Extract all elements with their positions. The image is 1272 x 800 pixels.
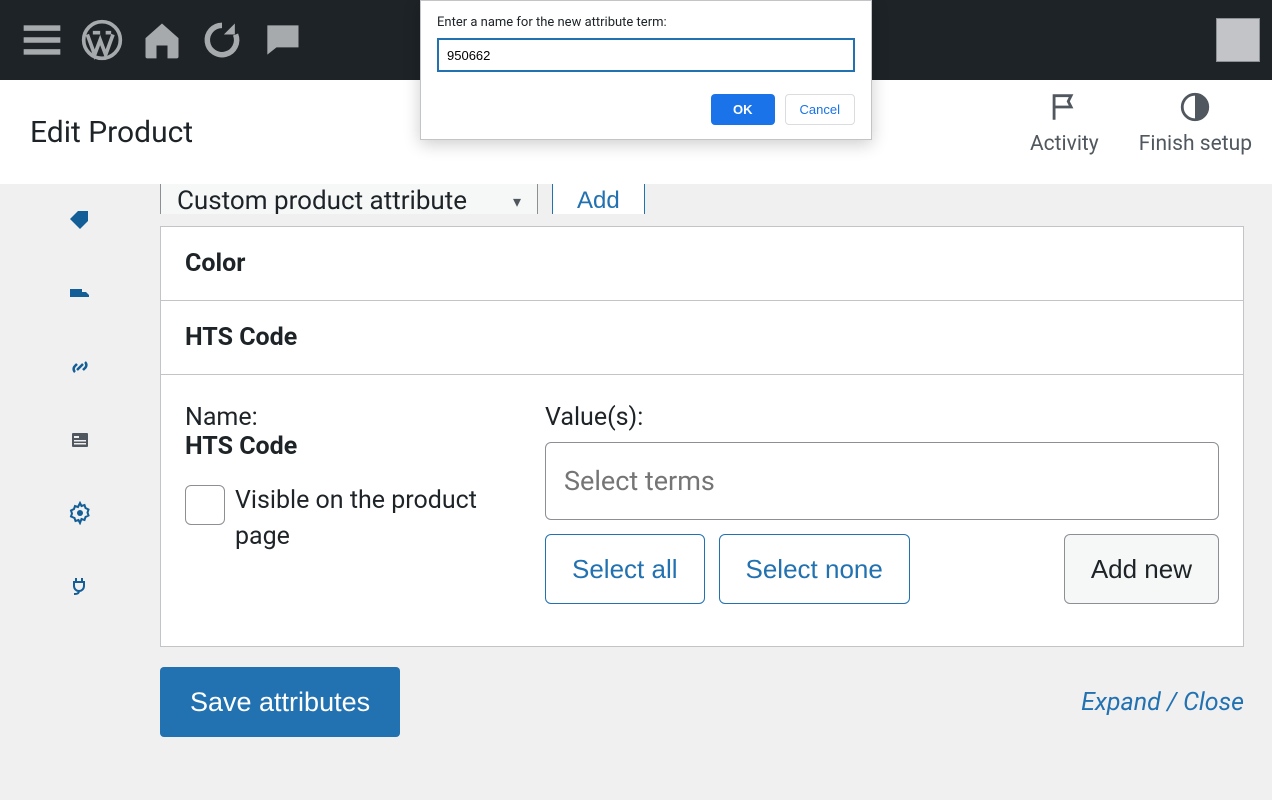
- comment-icon[interactable]: [252, 10, 312, 70]
- tab-linked[interactable]: [0, 330, 160, 403]
- expand-close-toggle[interactable]: Expand / Close: [1081, 688, 1244, 717]
- new-term-prompt: Enter a name for the new attribute term:…: [420, 0, 872, 140]
- select-all-button[interactable]: Select all: [545, 534, 705, 604]
- tab-attributes[interactable]: [0, 403, 160, 476]
- visible-checkbox[interactable]: [185, 485, 225, 525]
- tab-general[interactable]: [0, 184, 160, 257]
- page-title: Edit Product: [30, 115, 193, 150]
- select-none-button[interactable]: Select none: [719, 534, 910, 604]
- activity-button[interactable]: Activity: [1030, 90, 1099, 156]
- attribute-row-hts[interactable]: HTS Code: [161, 300, 1243, 374]
- visible-label: Visible on the product page: [235, 483, 525, 556]
- link-icon: [68, 355, 92, 379]
- values-label: Value(s):: [545, 403, 1219, 432]
- visible-on-page-option[interactable]: Visible on the product page: [185, 483, 525, 556]
- attribute-type-label: Custom product attribute: [177, 186, 467, 214]
- truck-icon: [68, 282, 92, 306]
- terms-select[interactable]: Select terms: [545, 442, 1219, 520]
- save-attributes-button[interactable]: Save attributes: [160, 667, 400, 737]
- prompt-message: Enter a name for the new attribute term:: [437, 15, 855, 30]
- add-attribute-button[interactable]: Add: [552, 184, 645, 214]
- finish-setup-button[interactable]: Finish setup: [1139, 90, 1252, 156]
- product-data-tabs: [0, 184, 160, 800]
- expand-link[interactable]: Expand: [1081, 688, 1161, 717]
- menu-icon[interactable]: [12, 10, 72, 70]
- attribute-body-hts: Name: HTS Code Visible on the product pa…: [161, 374, 1243, 646]
- plug-icon: [68, 574, 92, 598]
- attribute-row-color[interactable]: Color: [161, 227, 1243, 300]
- gear-icon: [68, 501, 92, 525]
- avatar[interactable]: [1216, 18, 1260, 62]
- wordpress-icon[interactable]: [72, 10, 132, 70]
- attributes-panel: Custom product attribute ▾ Add Color HTS…: [160, 184, 1272, 800]
- prompt-ok-button[interactable]: OK: [711, 94, 775, 125]
- tab-advanced[interactable]: [0, 476, 160, 549]
- flag-icon: [1047, 90, 1081, 124]
- close-link[interactable]: Close: [1183, 688, 1244, 717]
- name-label: Name:: [185, 403, 525, 432]
- finish-setup-label: Finish setup: [1139, 132, 1252, 156]
- name-value: HTS Code: [185, 432, 525, 461]
- prompt-input[interactable]: [437, 38, 855, 72]
- contrast-icon: [1178, 90, 1212, 124]
- pricetag-icon: [68, 209, 92, 233]
- tab-shipping[interactable]: [0, 257, 160, 330]
- refresh-icon[interactable]: [192, 10, 252, 70]
- home-icon[interactable]: [132, 10, 192, 70]
- add-new-term-button[interactable]: Add new: [1064, 534, 1219, 604]
- attribute-type-select[interactable]: Custom product attribute ▾: [160, 184, 538, 214]
- attributes-list: Color HTS Code Name: HTS Code Visible on…: [160, 226, 1244, 647]
- prompt-cancel-button[interactable]: Cancel: [785, 94, 855, 125]
- chevron-down-icon: ▾: [513, 192, 521, 211]
- page-icon: [68, 428, 92, 452]
- activity-label: Activity: [1030, 132, 1099, 156]
- terms-placeholder: Select terms: [564, 465, 715, 497]
- tab-plugins[interactable]: [0, 549, 160, 622]
